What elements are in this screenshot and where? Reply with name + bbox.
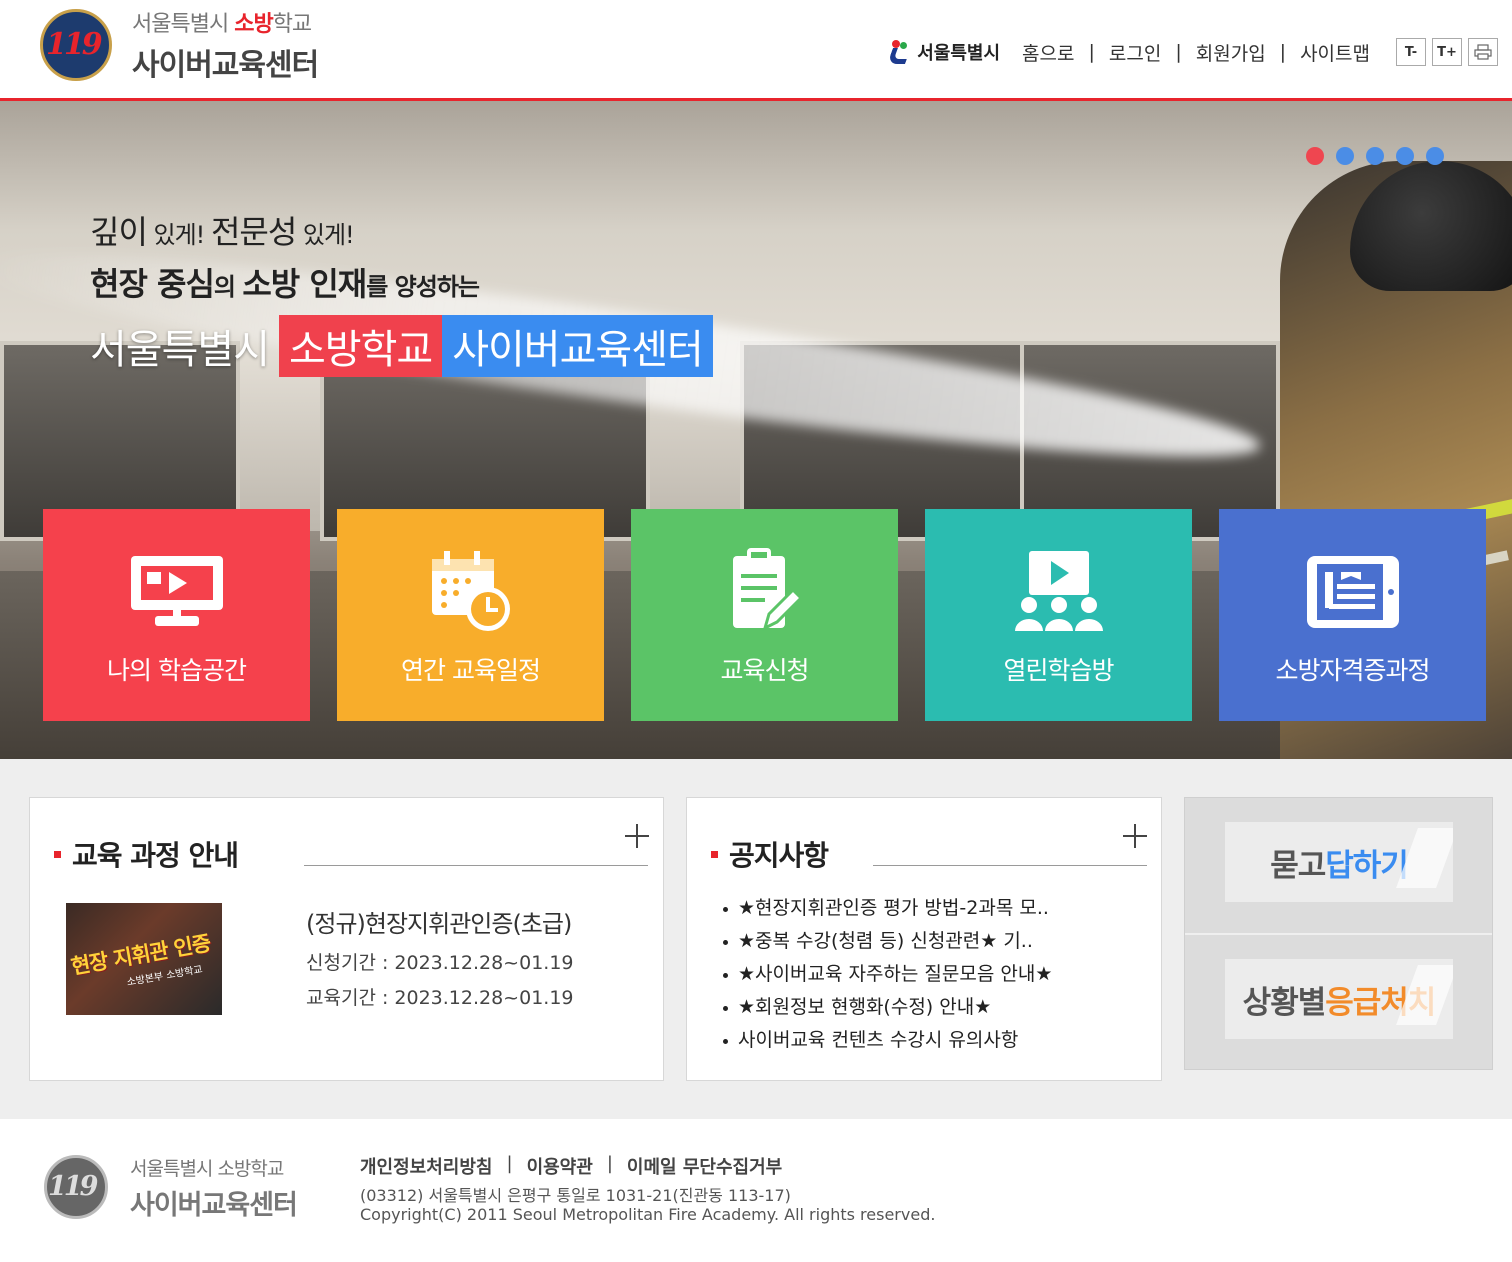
slide-dot[interactable] bbox=[1306, 147, 1324, 165]
group-video-icon bbox=[1004, 547, 1114, 637]
notice-more-plus-icon[interactable] bbox=[1123, 824, 1147, 848]
calendar-clock-icon bbox=[416, 547, 526, 637]
tile-annual-schedule[interactable]: 연간 교육일정 bbox=[337, 509, 604, 721]
logo-line1: 서울특별시 소방학교 bbox=[132, 12, 312, 37]
notice-item[interactable]: ★사이버교육 자주하는 질문모음 안내★ bbox=[723, 956, 1052, 989]
fire-academy-emblem-icon: 119 bbox=[40, 1153, 116, 1223]
seoul-logo-icon bbox=[886, 38, 914, 66]
slogan-line2: 현장 중심의 소방 인재를 양성하는 bbox=[90, 265, 480, 303]
course-thumbnail[interactable]: 현장 지휘관 인증 소방본부 소방학교 bbox=[66, 903, 222, 1015]
terms-link[interactable]: 이용약관 bbox=[527, 1153, 593, 1179]
slide-indicator bbox=[1306, 147, 1444, 165]
notice-item[interactable]: ★회원정보 현행화(수정) 안내★ bbox=[723, 989, 1052, 1022]
privacy-policy-link[interactable]: 개인정보처리방침 bbox=[360, 1153, 492, 1179]
notice-item[interactable]: ★중복 수강(청렴 등) 신청관련★ 기.. bbox=[723, 923, 1052, 956]
quick-menu-tiles: 나의 학습공간 연간 교육일정 교육신청 열린학습방 소방자격증과정 bbox=[43, 509, 1486, 721]
panel-title: 교육 과정 안내 bbox=[54, 834, 239, 874]
nav-login-link[interactable]: 로그인 bbox=[1109, 39, 1161, 66]
panel-title: 공지사항 bbox=[711, 834, 829, 874]
nav-home-link[interactable]: 홈으로 bbox=[1022, 39, 1074, 66]
education-period: 교육기간 : 2023.12.28~01.19 bbox=[306, 987, 574, 1009]
notice-item[interactable]: ★현장지휘관인증 평가 방법-2과목 모.. bbox=[723, 890, 1052, 923]
course-guide-panel: 교육 과정 안내 현장 지휘관 인증 소방본부 소방학교 (정규)현장지휘관인증… bbox=[29, 797, 664, 1081]
slide-dot[interactable] bbox=[1336, 147, 1354, 165]
tablet-document-icon bbox=[1298, 547, 1408, 637]
tile-open-study-room[interactable]: 열린학습방 bbox=[925, 509, 1192, 721]
slide-dot[interactable] bbox=[1396, 147, 1414, 165]
slide-dot[interactable] bbox=[1426, 147, 1444, 165]
tile-fire-certification[interactable]: 소방자격증과정 bbox=[1219, 509, 1486, 721]
slogan-line1: 깊이 있게! 전문성 있게! bbox=[90, 213, 355, 251]
hero-banner: 깊이 있게! 전문성 있게! 현장 중심의 소방 인재를 양성하는 서울특별시 … bbox=[0, 101, 1512, 759]
tile-my-learning-space[interactable]: 나의 학습공간 bbox=[43, 509, 310, 721]
quick-links-panel: 묻고 답하기 상황별 응급처치 bbox=[1184, 797, 1493, 1070]
site-footer: 119 서울특별시 소방학교 사이버교육센터 개인정보처리방침 | 이용약관 |… bbox=[0, 1119, 1512, 1262]
qa-button[interactable]: 묻고 답하기 bbox=[1225, 822, 1453, 902]
apply-period: 신청기간 : 2023.12.28~01.19 bbox=[306, 952, 574, 974]
course-info: (정규)현장지휘관인증(초급) 신청기간 : 2023.12.28~01.19 … bbox=[306, 904, 574, 1010]
hero-slogan: 깊이 있게! 전문성 있게! 현장 중심의 소방 인재를 양성하는 서울특별시 … bbox=[90, 207, 713, 377]
font-increase-button[interactable]: T+ bbox=[1432, 38, 1462, 66]
footer-links: 개인정보처리방침 | 이용약관 | 이메일 무단수집거부 bbox=[360, 1153, 783, 1179]
nav-sitemap-link[interactable]: 사이트맵 bbox=[1300, 39, 1370, 66]
logo-line2: 사이버교육센터 bbox=[132, 48, 319, 83]
print-button[interactable] bbox=[1468, 38, 1498, 66]
notice-item[interactable]: 사이버교육 컨텐츠 수강시 유의사항 bbox=[723, 1022, 1052, 1055]
first-aid-button[interactable]: 상황별 응급처치 bbox=[1225, 959, 1453, 1039]
top-navigation: 서울특별시 홈으로 | 로그인 | 회원가입 | 사이트맵 T- T+ bbox=[886, 38, 1498, 66]
site-header: 119 서울특별시 소방학교 사이버교육센터 서울특별시 홈으로 | 로그인 |… bbox=[0, 0, 1512, 101]
slogan-line3: 서울특별시 소방학교 사이버교육센터 bbox=[90, 315, 713, 377]
nav-signup-link[interactable]: 회원가입 bbox=[1196, 39, 1266, 66]
fire-academy-emblem-icon: 119 bbox=[32, 7, 122, 83]
notice-list: ★현장지휘관인증 평가 방법-2과목 모.. ★중복 수강(청렴 등) 신청관련… bbox=[723, 890, 1052, 1055]
notice-panel: 공지사항 ★현장지휘관인증 평가 방법-2과목 모.. ★중복 수강(청렴 등)… bbox=[686, 797, 1162, 1081]
font-decrease-button[interactable]: T- bbox=[1396, 38, 1426, 66]
site-logo[interactable]: 119 서울특별시 소방학교 사이버교육센터 bbox=[32, 6, 319, 84]
footer-copyright: Copyright(C) 2011 Seoul Metropolitan Fir… bbox=[360, 1205, 936, 1224]
email-refusal-link[interactable]: 이메일 무단수집거부 bbox=[627, 1153, 782, 1179]
course-title-link[interactable]: (정규)현장지휘관인증(초급) bbox=[306, 904, 574, 939]
tile-course-application[interactable]: 교육신청 bbox=[631, 509, 898, 721]
video-monitor-icon bbox=[122, 547, 232, 637]
printer-icon bbox=[1474, 44, 1492, 60]
footer-logo: 119 서울특별시 소방학교 사이버교육센터 bbox=[40, 1153, 298, 1223]
slide-dot[interactable] bbox=[1366, 147, 1384, 165]
seoul-city-link[interactable]: 서울특별시 bbox=[886, 38, 1000, 66]
footer-address: (03312) 서울특별시 은평구 통일로 1031-21(진관동 113-17… bbox=[360, 1186, 791, 1205]
course-more-plus-icon[interactable] bbox=[625, 824, 649, 848]
clipboard-pencil-icon bbox=[710, 547, 820, 637]
